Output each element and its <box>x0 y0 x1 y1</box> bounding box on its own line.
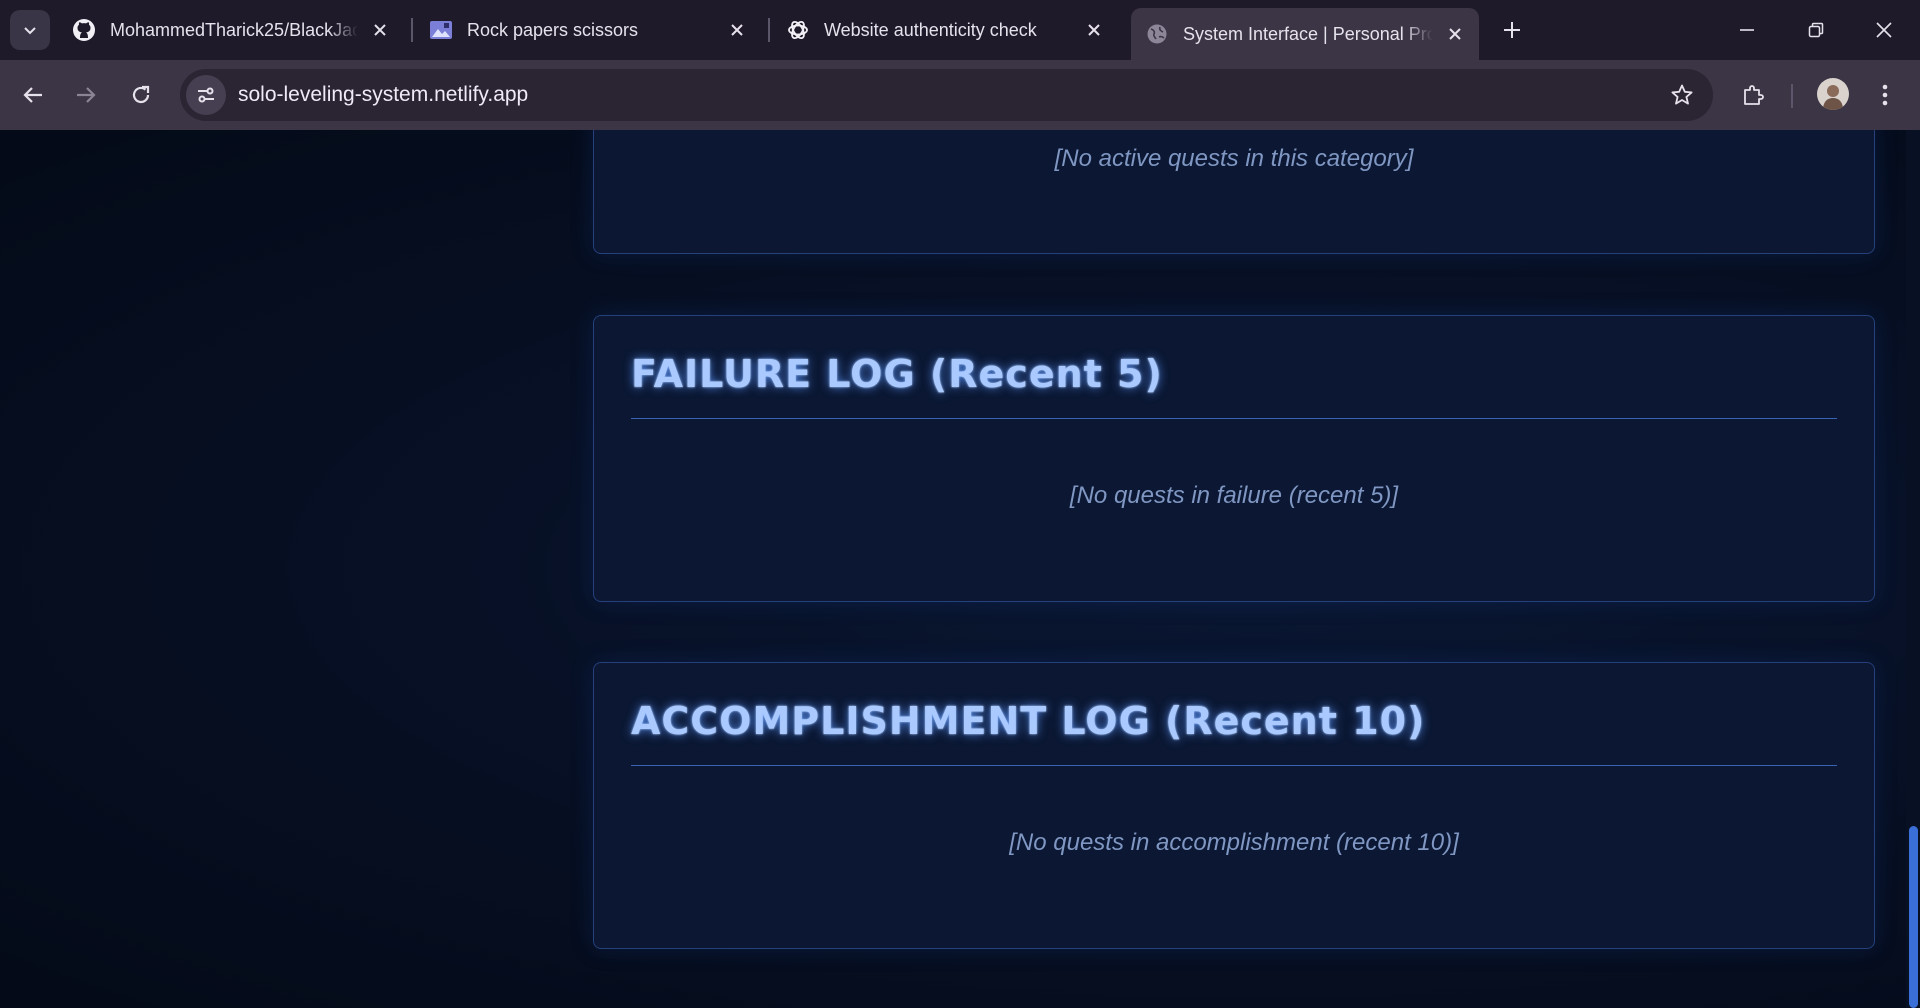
divider <box>631 418 1837 419</box>
extensions-button[interactable] <box>1732 74 1774 116</box>
tab-system-interface[interactable]: System Interface | Personal Progress <box>1131 8 1479 60</box>
browser-toolbar: solo-leveling-system.netlify.app <box>0 60 1920 130</box>
tab-title: System Interface | Personal Progress <box>1183 23 1433 44</box>
profile-avatar[interactable] <box>1817 78 1849 110</box>
restore-icon <box>1808 22 1824 38</box>
close-tab-icon[interactable] <box>725 18 749 42</box>
close-tab-icon[interactable] <box>1443 22 1467 46</box>
back-button[interactable] <box>12 74 54 116</box>
tune-icon <box>195 84 217 106</box>
close-icon <box>1876 22 1892 38</box>
browser-tab-strip: MohammedTharick25/BlackJack Rock papers … <box>0 0 1920 60</box>
failure-log-panel: FAILURE LOG (Recent 5) [No quests in fai… <box>593 315 1875 602</box>
chevron-down-icon <box>22 22 38 38</box>
minimize-icon <box>1739 22 1755 38</box>
tab-github[interactable]: MohammedTharick25/BlackJack <box>58 9 404 51</box>
bookmark-button[interactable] <box>1663 76 1701 114</box>
arrow-left-icon <box>22 84 44 106</box>
active-quests-empty-message: [No active quests in this category] <box>1054 145 1414 172</box>
close-window-button[interactable] <box>1862 8 1906 52</box>
kebab-menu-icon <box>1882 84 1888 106</box>
accomplishment-log-empty-message: [No quests in accomplishment (recent 10)… <box>1009 829 1459 856</box>
tab-rock-papers-scissors[interactable]: Rock papers scissors <box>415 9 761 51</box>
forward-button[interactable] <box>65 74 107 116</box>
toolbar-separator <box>1791 84 1793 108</box>
failure-log-title: FAILURE LOG (Recent 5) <box>631 352 1163 396</box>
minimize-button[interactable] <box>1725 8 1769 52</box>
tab-title: Website authenticity check <box>824 19 1037 40</box>
plus-icon <box>1503 21 1521 39</box>
tab-search-button[interactable] <box>10 10 50 50</box>
tab-title: MohammedTharick25/BlackJack <box>110 19 358 40</box>
tab-separator <box>768 18 770 42</box>
divider <box>631 765 1837 766</box>
new-tab-button[interactable] <box>1494 12 1530 48</box>
reload-button[interactable] <box>120 74 162 116</box>
failure-log-empty-message: [No quests in failure (recent 5)] <box>1069 482 1399 509</box>
close-tab-icon[interactable] <box>368 18 392 42</box>
star-icon <box>1670 83 1694 107</box>
image-favicon-icon <box>429 18 453 42</box>
tab-title: Rock papers scissors <box>467 19 639 40</box>
page-scrollbar[interactable] <box>1906 130 1920 1008</box>
reload-icon <box>130 84 152 106</box>
menu-button[interactable] <box>1864 74 1906 116</box>
puzzle-icon <box>1741 83 1765 107</box>
arrow-right-icon <box>75 84 97 106</box>
close-tab-icon[interactable] <box>1082 18 1106 42</box>
github-icon <box>72 18 96 42</box>
page-viewport: [No active quests in this category] FAIL… <box>0 130 1920 1008</box>
url-text[interactable]: solo-leveling-system.netlify.app <box>238 83 528 107</box>
restore-button[interactable] <box>1794 8 1838 52</box>
scrollbar-thumb[interactable] <box>1909 826 1918 1008</box>
active-quests-panel: [No active quests in this category] <box>593 130 1875 254</box>
address-bar[interactable]: solo-leveling-system.netlify.app <box>180 69 1713 121</box>
tab-website-authenticity[interactable]: Website authenticity check <box>772 9 1118 51</box>
accomplishment-log-title: ACCOMPLISHMENT LOG (Recent 10) <box>631 699 1426 743</box>
globe-icon <box>1145 22 1169 46</box>
openai-icon <box>786 18 810 42</box>
site-info-button[interactable] <box>186 75 226 115</box>
accomplishment-log-panel: ACCOMPLISHMENT LOG (Recent 10) [No quest… <box>593 662 1875 949</box>
tab-separator <box>411 18 413 42</box>
